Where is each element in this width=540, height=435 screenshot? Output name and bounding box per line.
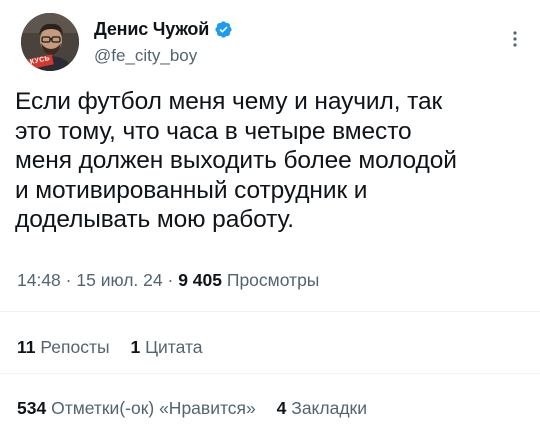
reposts-quotes-row: 11 Репосты 1 Цитата: [17, 337, 203, 358]
tweet-text-line: меня должен выходить более молодой: [15, 147, 457, 174]
reposts-stat[interactable]: 11 Репосты: [17, 337, 110, 358]
avatar[interactable]: КУСЬ: [21, 13, 79, 71]
bookmarks-stat[interactable]: 4 Закладки: [277, 398, 367, 419]
reposts-label: Репосты: [40, 337, 110, 357]
author-name-row: Денис Чужой: [94, 18, 233, 40]
views-count: 9 405: [178, 270, 222, 290]
likes-count: 534: [17, 398, 47, 418]
quotes-count: 1: [130, 337, 141, 357]
reposts-count: 11: [17, 337, 36, 357]
tweet-text-line: Если футбол меня чему и научил, так: [15, 88, 443, 115]
divider: [0, 311, 540, 312]
meta-separator: ·: [65, 270, 72, 290]
tweet-card: КУСЬ Денис Чужой @fe_city_boy Если футбо…: [0, 0, 540, 435]
verified-badge-icon: [214, 20, 233, 39]
tweet-text-line: это тому, что часа в четыре вместо: [15, 117, 412, 145]
bookmarks-label: Закладки: [291, 398, 367, 418]
likes-stat[interactable]: 534 Отметки(-ок) «Нравится»: [17, 398, 256, 419]
bookmarks-count: 4: [276, 398, 287, 418]
author-display-name[interactable]: Денис Чужой: [94, 19, 209, 40]
likes-bookmarks-row: 534 Отметки(-ок) «Нравится» 4 Закладки: [17, 398, 367, 419]
divider: [0, 373, 540, 374]
meta-separator: ·: [167, 270, 174, 290]
author-handle[interactable]: @fe_city_boy: [94, 46, 197, 66]
more-options-icon[interactable]: [506, 29, 524, 49]
quotes-stat[interactable]: 1 Цитата: [130, 337, 202, 358]
views-label: Просмотры: [226, 270, 320, 290]
tweet-text: Если футбол меня чему и научил, так это …: [15, 87, 525, 235]
tweet-meta: 14:48 · 15 июл. 24 · 9 405 Просмотры: [17, 270, 319, 291]
tweet-text-line: и мотивированный сотрудник и: [15, 176, 368, 204]
tweet-text-line: доделывать мою работу.: [15, 206, 294, 233]
tweet-time[interactable]: 14:48: [17, 270, 61, 290]
quotes-label: Цитата: [145, 337, 203, 357]
tweet-date[interactable]: 15 июл. 24: [76, 270, 162, 290]
likes-label: Отметки(-ок) «Нравится»: [51, 398, 256, 418]
